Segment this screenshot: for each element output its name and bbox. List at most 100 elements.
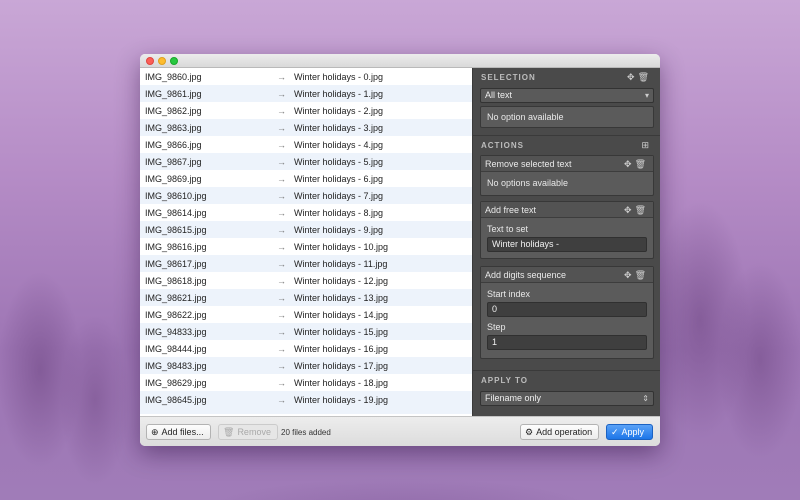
apply-button[interactable]: ✓ Apply <box>606 424 654 440</box>
original-filename: IMG_9861.jpg <box>145 88 202 99</box>
list-empty-area <box>140 408 472 414</box>
move-icon[interactable]: ✥ <box>627 72 638 82</box>
add-digits-sequence-header[interactable]: Add digits sequence ✥🗑 <box>481 267 653 283</box>
arrow-right-icon: → <box>277 71 286 82</box>
chevron-down-icon: ▾ <box>644 91 649 100</box>
chevron-updown-icon: ⇕ <box>642 394 649 403</box>
selection-heading: SELECTION <box>481 73 536 82</box>
file-row[interactable]: IMG_9863.jpg → Winter holidays - 3.jpg <box>140 119 472 136</box>
arrow-right-icon: → <box>277 326 286 337</box>
original-filename: IMG_9866.jpg <box>145 139 202 150</box>
file-row[interactable]: IMG_98617.jpg → Winter holidays - 11.jpg <box>140 255 472 272</box>
arrow-right-icon: → <box>277 190 286 201</box>
new-filename: Winter holidays - 14.jpg <box>294 309 389 320</box>
remove-selected-text-card: Remove selected text ✥🗑 No options avail… <box>480 155 654 196</box>
files-count-status: 20 files added <box>281 428 331 437</box>
app-window: IMG_9860.jpg → Winter holidays - 0.jpg IMG_… <box>140 54 660 446</box>
actions-heading: ACTIONS <box>481 141 524 150</box>
start-index-input[interactable]: 0 <box>487 302 647 317</box>
file-row[interactable]: IMG_98618.jpg → Winter holidays - 12.jpg <box>140 272 472 289</box>
arrow-right-icon: → <box>277 105 286 116</box>
move-icon[interactable]: ✥ <box>624 205 635 215</box>
file-row[interactable]: IMG_98610.jpg → Winter holidays - 7.jpg <box>140 187 472 204</box>
arrow-right-icon: → <box>277 88 286 99</box>
file-row[interactable]: IMG_98621.jpg → Winter holidays - 13.jpg <box>140 289 472 306</box>
trash-icon[interactable]: 🗑 <box>635 159 649 169</box>
arrow-right-icon: → <box>277 139 286 150</box>
trash-icon[interactable]: 🗑 <box>638 72 652 82</box>
original-filename: IMG_98614.jpg <box>145 207 207 218</box>
new-filename: Winter holidays - 9.jpg <box>294 224 384 235</box>
original-filename: IMG_98645.jpg <box>145 394 207 405</box>
new-filename: Winter holidays - 15.jpg <box>294 326 389 337</box>
new-filename: Winter holidays - 0.jpg <box>294 71 384 82</box>
new-filename: Winter holidays - 19.jpg <box>294 394 389 405</box>
file-row[interactable]: IMG_98614.jpg → Winter holidays - 8.jpg <box>140 204 472 221</box>
divider <box>473 370 660 371</box>
apply-label: Apply <box>621 427 645 437</box>
add-digits-sequence-title: Add digits sequence <box>485 270 567 280</box>
new-filename: Winter holidays - 5.jpg <box>294 156 384 167</box>
file-list[interactable]: IMG_9860.jpg → Winter holidays - 0.jpg IMG_… <box>140 68 472 416</box>
new-filename: Winter holidays - 7.jpg <box>294 190 384 201</box>
remove-selected-text-header[interactable]: Remove selected text ✥🗑 <box>481 156 653 172</box>
file-row[interactable]: IMG_9862.jpg → Winter holidays - 2.jpg <box>140 102 472 119</box>
new-filename: Winter holidays - 16.jpg <box>294 343 389 354</box>
file-row[interactable]: IMG_9869.jpg → Winter holidays - 6.jpg <box>140 170 472 187</box>
add-operation-label: Add operation <box>536 427 593 437</box>
trash-icon[interactable]: 🗑 <box>635 205 649 215</box>
original-filename: IMG_9860.jpg <box>145 71 202 82</box>
arrow-right-icon: → <box>277 309 286 320</box>
apply-to-dropdown[interactable]: Filename only ⇕ <box>480 391 654 406</box>
file-row[interactable]: IMG_9860.jpg → Winter holidays - 0.jpg <box>140 68 472 85</box>
file-row[interactable]: IMG_98645.jpg → Winter holidays - 19.jpg <box>140 391 472 408</box>
original-filename: IMG_94833.jpg <box>145 326 207 337</box>
zoom-window-button[interactable] <box>170 57 178 65</box>
add-files-button[interactable]: ⊕ Add files... <box>146 424 211 440</box>
trash-icon[interactable]: 🗑 <box>635 270 649 280</box>
arrow-right-icon: → <box>277 241 286 252</box>
file-row[interactable]: IMG_98444.jpg → Winter holidays - 16.jpg <box>140 340 472 357</box>
step-label: Step <box>487 322 506 332</box>
text-to-set-input[interactable]: Winter holidays - <box>487 237 647 252</box>
file-row[interactable]: IMG_9861.jpg → Winter holidays - 1.jpg <box>140 85 472 102</box>
file-row[interactable]: IMG_94833.jpg → Winter holidays - 15.jpg <box>140 323 472 340</box>
add-action-icon[interactable]: ⊞ <box>641 140 652 151</box>
file-row[interactable]: IMG_98615.jpg → Winter holidays - 9.jpg <box>140 221 472 238</box>
remove-button[interactable]: 🗑 Remove <box>218 424 278 440</box>
move-icon[interactable]: ✥ <box>624 159 635 169</box>
arrow-right-icon: → <box>277 173 286 184</box>
add-free-text-card: Add free text ✥🗑 Text to set Winter holi… <box>480 201 654 259</box>
move-icon[interactable]: ✥ <box>624 270 635 280</box>
file-row[interactable]: IMG_98629.jpg → Winter holidays - 18.jpg <box>140 374 472 391</box>
text-to-set-label: Text to set <box>487 224 529 234</box>
original-filename: IMG_98444.jpg <box>145 343 207 354</box>
new-filename: Winter holidays - 1.jpg <box>294 88 384 99</box>
add-free-text-header[interactable]: Add free text ✥🗑 <box>481 202 653 218</box>
step-input[interactable]: 1 <box>487 335 647 350</box>
original-filename: IMG_98610.jpg <box>145 190 207 201</box>
file-row[interactable]: IMG_98483.jpg → Winter holidays - 17.jpg <box>140 357 472 374</box>
trash-icon: 🗑 <box>223 426 235 437</box>
original-filename: IMG_98618.jpg <box>145 275 207 286</box>
new-filename: Winter holidays - 18.jpg <box>294 377 389 388</box>
plus-circle-icon: ⊕ <box>151 426 159 437</box>
file-row[interactable]: IMG_98616.jpg → Winter holidays - 10.jpg <box>140 238 472 255</box>
check-icon: ✓ <box>611 426 619 437</box>
close-window-button[interactable] <box>146 57 154 65</box>
add-operation-button[interactable]: ⚙ Add operation <box>520 424 600 440</box>
new-filename: Winter holidays - 4.jpg <box>294 139 384 150</box>
operations-panel: SELECTION ✥🗑 All text ▾ No option availa… <box>472 68 660 416</box>
arrow-right-icon: → <box>277 275 286 286</box>
new-filename: Winter holidays - 6.jpg <box>294 173 384 184</box>
file-row[interactable]: IMG_98622.jpg → Winter holidays - 14.jpg <box>140 306 472 323</box>
file-row[interactable]: IMG_9866.jpg → Winter holidays - 4.jpg <box>140 136 472 153</box>
new-filename: Winter holidays - 17.jpg <box>294 360 389 371</box>
original-filename: IMG_98621.jpg <box>145 292 207 303</box>
minimize-window-button[interactable] <box>158 57 166 65</box>
file-row[interactable]: IMG_9867.jpg → Winter holidays - 5.jpg <box>140 153 472 170</box>
add-files-label: Add files... <box>161 427 204 437</box>
arrow-right-icon: → <box>277 156 286 167</box>
selection-dropdown[interactable]: All text ▾ <box>480 88 654 103</box>
original-filename: IMG_98615.jpg <box>145 224 207 235</box>
